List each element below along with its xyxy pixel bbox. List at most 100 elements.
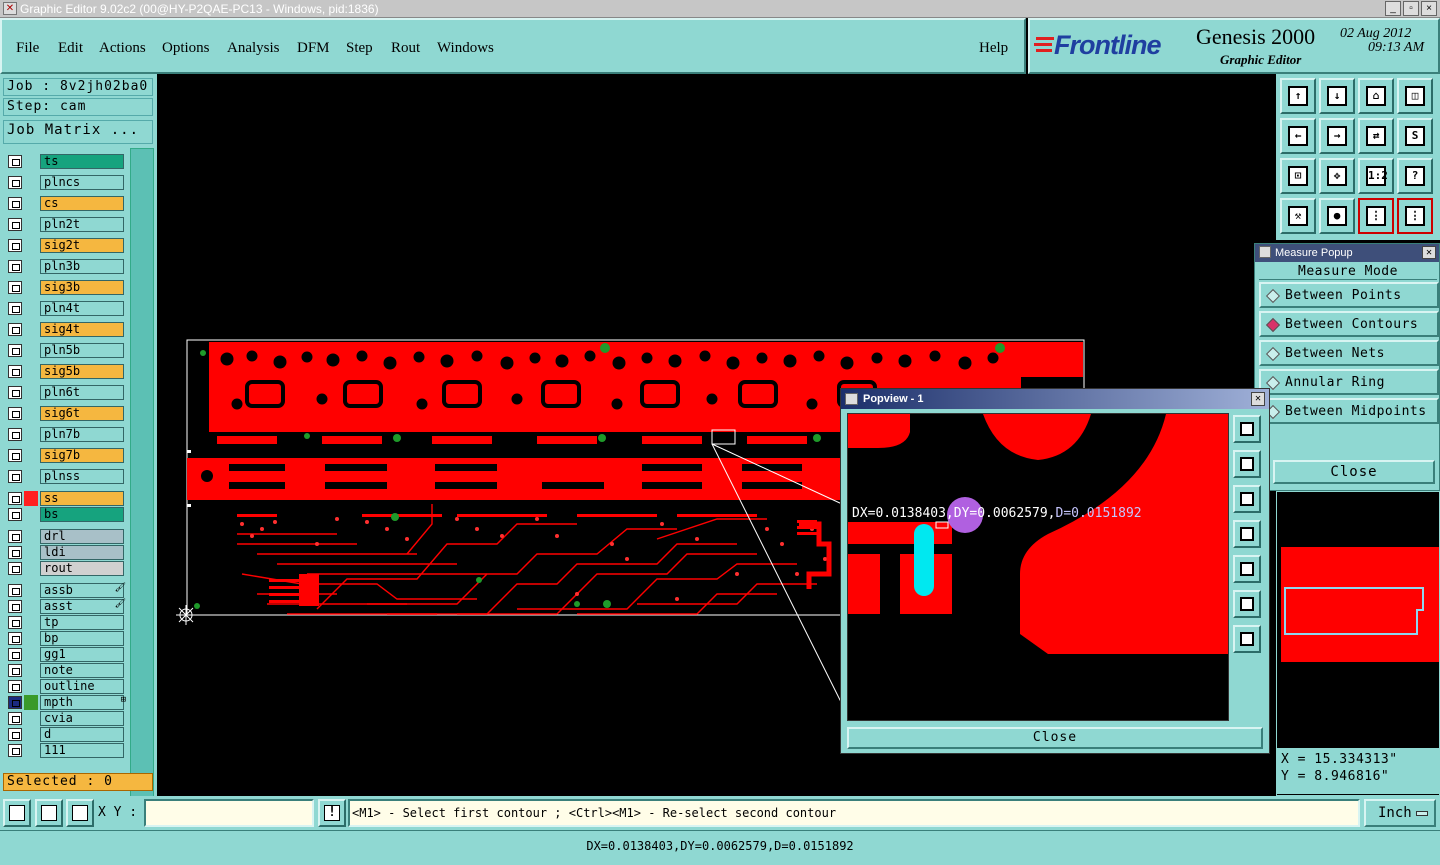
layer-checkbox[interactable] xyxy=(8,632,22,645)
popview-pan-right-button[interactable] xyxy=(1233,555,1261,583)
menu-dfm[interactable]: DFM xyxy=(297,40,330,57)
option-between-contours[interactable]: Between Contours xyxy=(1259,311,1439,337)
layer-checkbox[interactable] xyxy=(8,616,22,629)
layer-name[interactable]: rout xyxy=(40,561,124,576)
layer-name[interactable]: plnss xyxy=(40,469,124,484)
layer-name[interactable]: sig5b xyxy=(40,364,124,379)
layer-row[interactable]: sig4t xyxy=(6,322,128,337)
layer-checkbox[interactable] xyxy=(8,449,22,462)
popview-pan-left-button[interactable] xyxy=(1233,520,1261,548)
layer-row[interactable]: pln2t xyxy=(6,217,128,232)
pan-up-button[interactable]: ↑ xyxy=(1280,78,1316,114)
layer-checkbox[interactable] xyxy=(8,600,22,613)
menu-file[interactable]: File xyxy=(16,40,39,57)
grid-button[interactable] xyxy=(66,799,94,827)
layer-row[interactable]: sig5b xyxy=(6,364,128,379)
layer-checkbox[interactable] xyxy=(8,492,22,505)
layer-row[interactable]: ldi xyxy=(6,545,128,560)
layer-name[interactable]: note xyxy=(40,663,124,678)
layer-checkbox[interactable] xyxy=(8,344,22,357)
snap-button[interactable]: ● xyxy=(1319,198,1355,234)
layer-name[interactable]: bs xyxy=(40,507,124,522)
home-button[interactable]: ⌂ xyxy=(1358,78,1394,114)
measure-close-button[interactable]: Close xyxy=(1273,460,1435,484)
layer-row[interactable]: assb 🖌 xyxy=(6,583,128,598)
menu-rout[interactable]: Rout xyxy=(391,40,420,57)
layer-row[interactable]: cvia xyxy=(6,711,128,726)
layer-name[interactable]: pln4t xyxy=(40,301,124,316)
pan-left-button[interactable]: ← xyxy=(1280,118,1316,154)
menu-help[interactable]: Help xyxy=(979,40,1008,57)
layer-checkbox[interactable] xyxy=(8,680,22,693)
layer-name[interactable]: sig7b xyxy=(40,448,124,463)
layer-name[interactable]: sig6t xyxy=(40,406,124,421)
layer-checkbox[interactable] xyxy=(8,648,22,661)
layer-row[interactable]: rout xyxy=(6,561,128,576)
menu-step[interactable]: Step xyxy=(346,40,373,57)
layer-row[interactable]: plncs xyxy=(6,175,128,190)
layer-checkbox[interactable] xyxy=(8,712,22,725)
layer-checkbox[interactable] xyxy=(8,584,22,597)
layer-name[interactable]: assb xyxy=(40,583,124,598)
layer-name[interactable]: bp xyxy=(40,631,124,646)
layer-row[interactable]: sig3b xyxy=(6,280,128,295)
layer-checkbox[interactable] xyxy=(8,428,22,441)
tools-button[interactable]: ⚒ xyxy=(1280,198,1316,234)
layer-name[interactable]: tp xyxy=(40,615,124,630)
maximize-button[interactable]: ▫ xyxy=(1403,1,1419,16)
layer-checkbox[interactable] xyxy=(8,664,22,677)
layer-row[interactable]: asst 🖌 xyxy=(6,599,128,614)
layer-name[interactable]: 111 xyxy=(40,743,124,758)
layer-row[interactable]: pln5b xyxy=(6,343,128,358)
layer-name[interactable]: cvia xyxy=(40,711,124,726)
layer-row[interactable]: 111 xyxy=(6,743,128,758)
layer-row[interactable]: note xyxy=(6,663,128,678)
query-button[interactable]: ? xyxy=(1397,158,1433,194)
popview-pan-down-button[interactable] xyxy=(1233,485,1261,513)
layer-name[interactable]: pln3b xyxy=(40,259,124,274)
popview-close-button[interactable]: Close xyxy=(847,727,1263,749)
zoom-window-button[interactable] xyxy=(3,799,31,827)
layer-name[interactable]: d xyxy=(40,727,124,742)
layer-row[interactable]: plnss xyxy=(6,469,128,484)
option-between-points[interactable]: Between Points xyxy=(1259,282,1439,308)
layer-name[interactable]: pln7b xyxy=(40,427,124,442)
layer-row[interactable]: sig6t xyxy=(6,406,128,421)
layer-checkbox[interactable] xyxy=(8,696,22,709)
layer-row[interactable]: pln7b xyxy=(6,427,128,442)
units-dropdown[interactable]: Inch xyxy=(1364,799,1436,827)
layer-name[interactable]: cs xyxy=(40,196,124,211)
layer-row[interactable]: pln6t xyxy=(6,385,128,400)
layer-checkbox[interactable] xyxy=(8,470,22,483)
layer-row[interactable]: bp xyxy=(6,631,128,646)
popview-zoom-in-button[interactable] xyxy=(1233,415,1261,443)
layer-checkbox[interactable] xyxy=(8,302,22,315)
layer-checkbox[interactable] xyxy=(8,744,22,757)
layer-row[interactable]: sig7b xyxy=(6,448,128,463)
layer-row[interactable]: ss xyxy=(6,491,128,506)
layer-row[interactable]: outline xyxy=(6,679,128,694)
layer-checkbox[interactable] xyxy=(8,386,22,399)
layer-name[interactable]: mpth xyxy=(40,695,124,710)
layer-checkbox[interactable] xyxy=(8,407,22,420)
layer-name[interactable]: pln2t xyxy=(40,217,124,232)
layer-name[interactable]: outline xyxy=(40,679,124,694)
layer-name[interactable]: drl xyxy=(40,529,124,544)
layer-name[interactable]: asst xyxy=(40,599,124,614)
measure-tool-button[interactable] xyxy=(35,799,63,827)
menu-analysis[interactable]: Analysis xyxy=(227,40,280,57)
layer-name[interactable]: sig2t xyxy=(40,238,124,253)
zoom-one-to-two-button[interactable]: 1:2 xyxy=(1358,158,1394,194)
layer-checkbox[interactable] xyxy=(8,562,22,575)
layer-checkbox[interactable] xyxy=(8,281,22,294)
layer-name[interactable]: ss xyxy=(40,491,124,506)
layer-row[interactable]: d xyxy=(6,727,128,742)
menu-actions[interactable]: Actions xyxy=(99,40,146,57)
layer-checkbox[interactable] xyxy=(8,239,22,252)
option-between-midpoints[interactable]: Between Midpoints xyxy=(1259,398,1439,424)
layer-row[interactable]: gg1 xyxy=(6,647,128,662)
layer-row[interactable]: cs xyxy=(6,196,128,211)
layer-checkbox[interactable] xyxy=(8,728,22,741)
layer-checkbox[interactable] xyxy=(8,176,22,189)
layer-checkbox[interactable] xyxy=(8,530,22,543)
